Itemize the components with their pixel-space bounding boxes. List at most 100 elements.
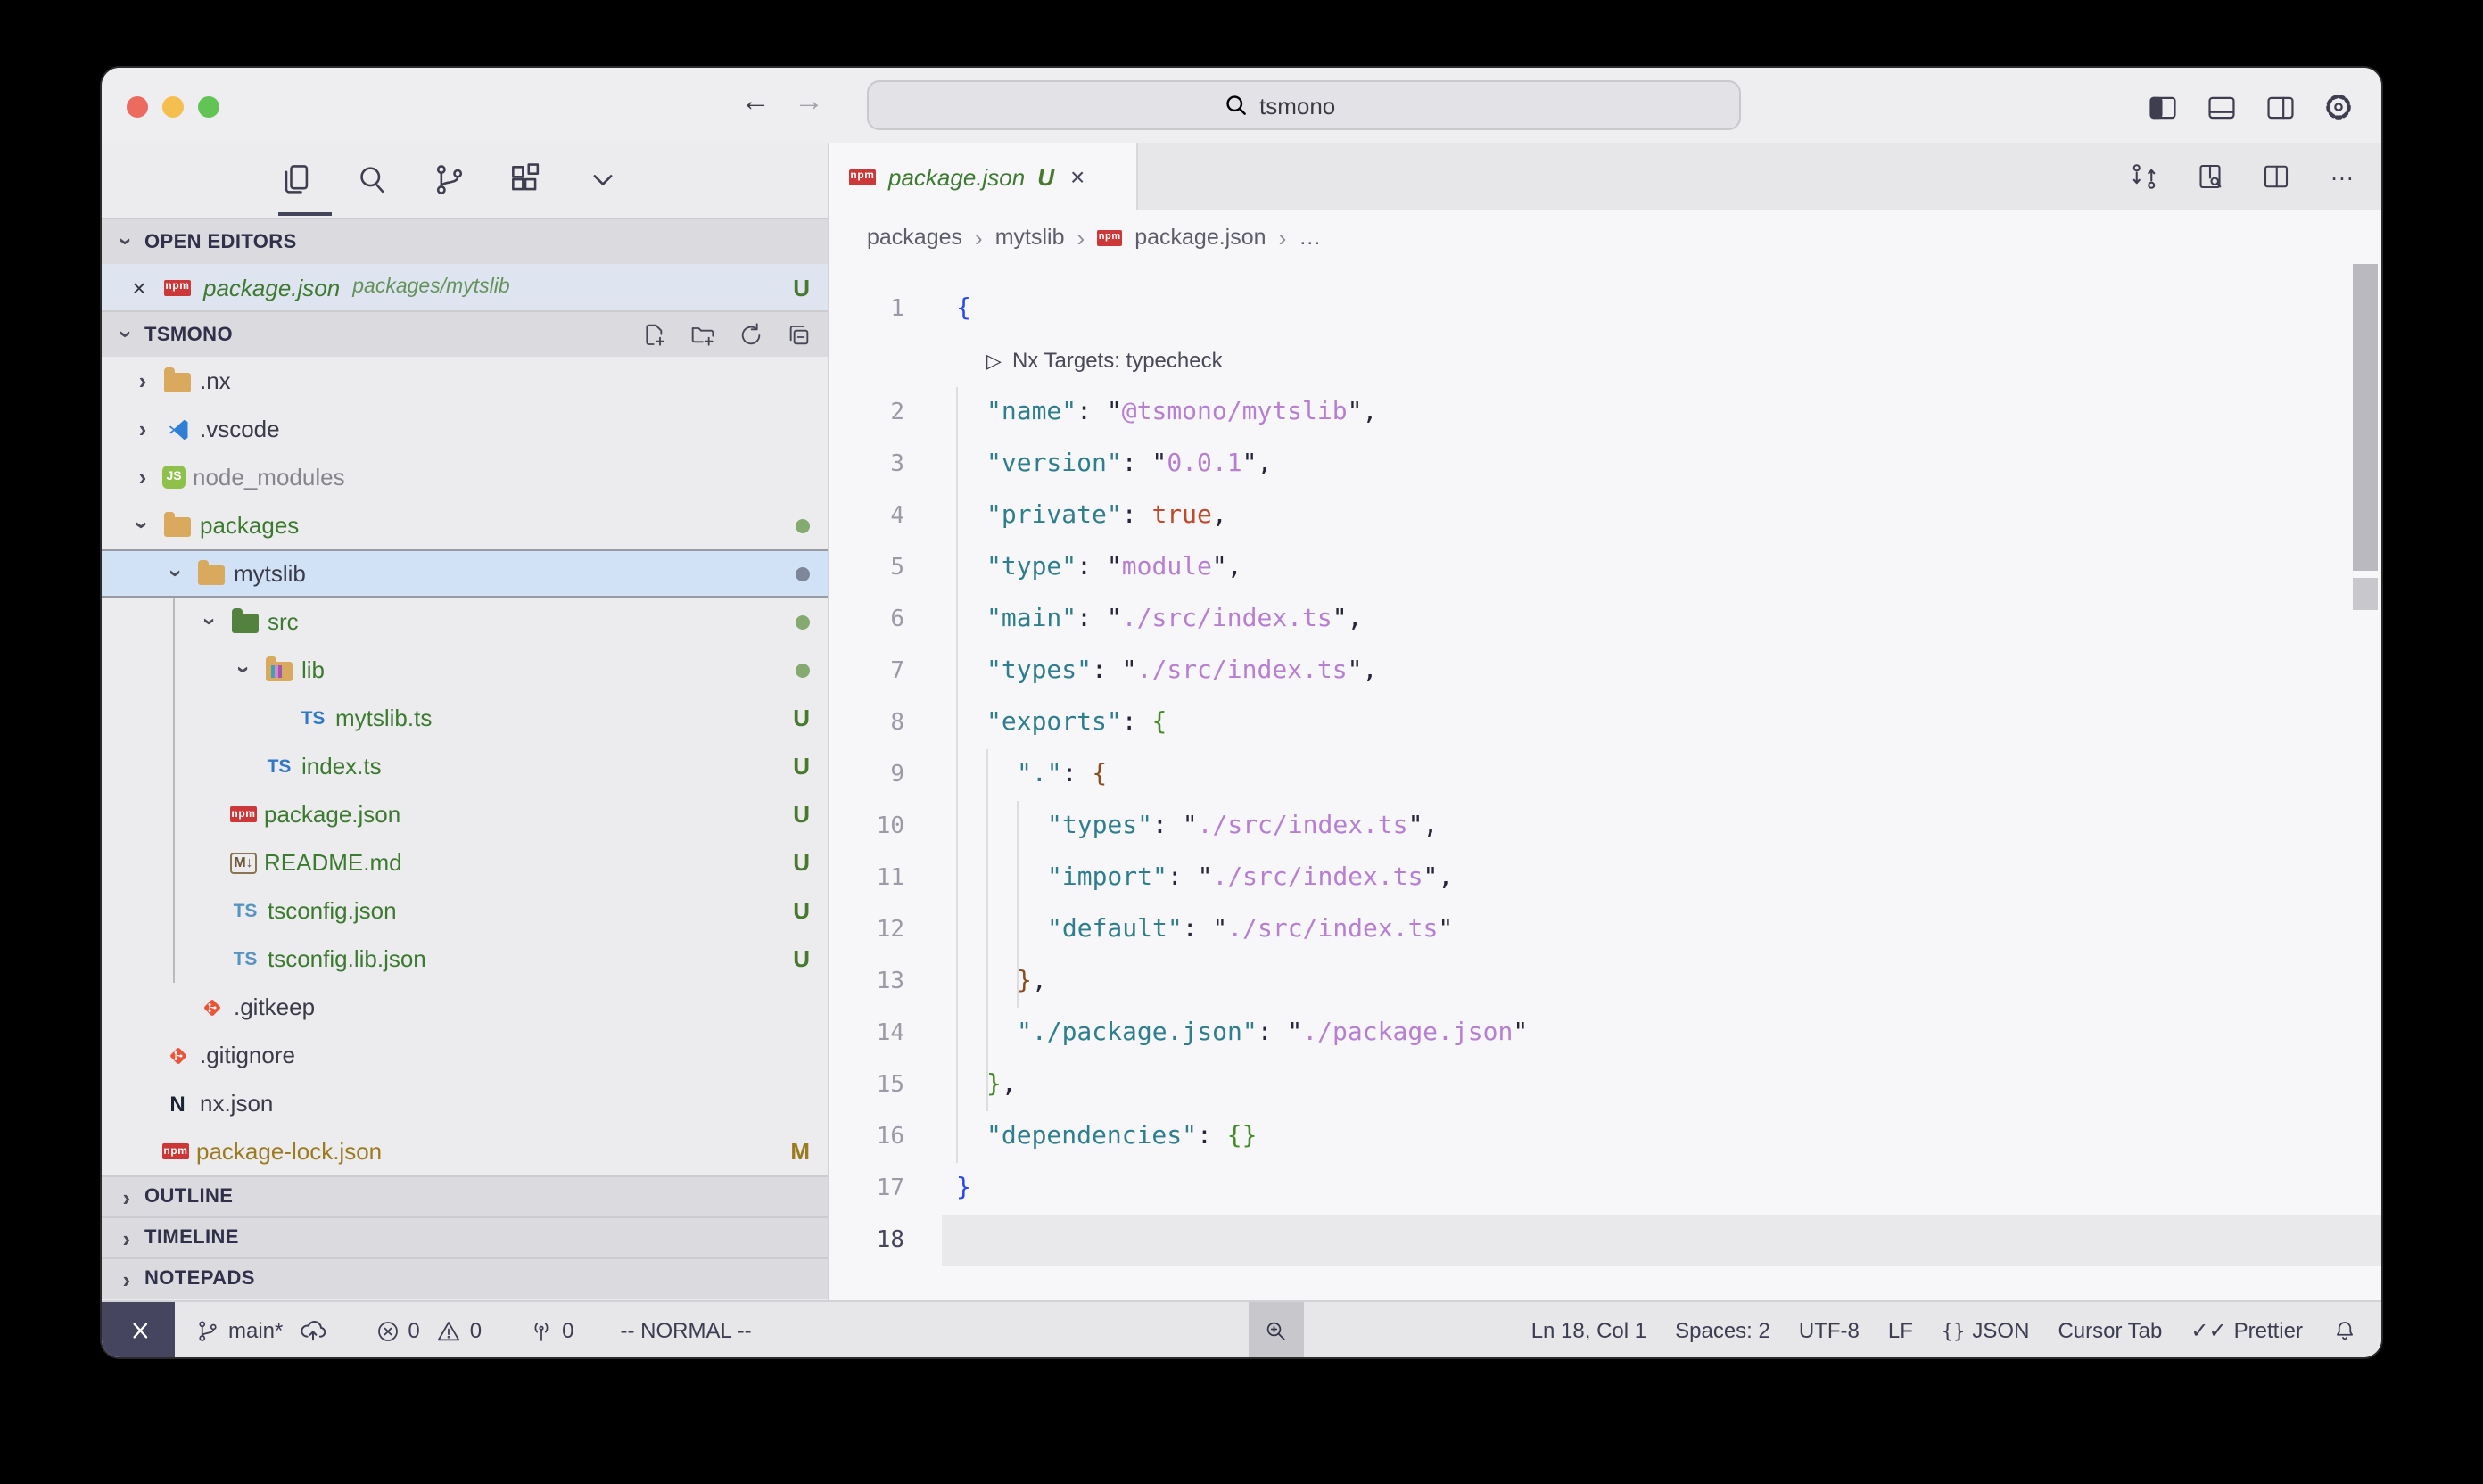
cursor-tab-status[interactable]: Cursor Tab <box>2058 1318 2162 1343</box>
tree-item-tsconfig[interactable]: TS tsconfig.json U <box>102 886 828 935</box>
git-status-badge: U <box>793 897 810 924</box>
run-target-icon[interactable]: ▷ <box>986 351 1002 373</box>
chevron-right-icon[interactable]: › <box>130 464 155 491</box>
ports-status[interactable]: 0 <box>528 1317 573 1344</box>
double-check-icon: ✓✓ <box>2190 1318 2226 1343</box>
tree-item-vscode-folder[interactable]: › .vscode <box>102 405 828 453</box>
chevron-right-icon: › <box>116 1266 137 1292</box>
chevron-down-icon[interactable]: › <box>129 513 156 538</box>
extensions-icon[interactable] <box>496 150 557 210</box>
tree-item-index-ts[interactable]: TS index.ts U <box>102 742 828 790</box>
chevron-down-icon[interactable]: › <box>163 561 190 586</box>
tree-item-packages[interactable]: › packages <box>102 501 828 549</box>
compare-changes-icon[interactable] <box>2123 155 2165 198</box>
chevron-down-icon[interactable]: › <box>231 657 258 682</box>
split-editor-icon[interactable] <box>2255 155 2297 198</box>
src-folder-icon <box>230 608 260 635</box>
tree-item-lib[interactable]: › lib <box>102 646 828 694</box>
scrollbar-slider[interactable] <box>2353 264 2378 571</box>
code-editor[interactable]: 1{ ▷Nx Targets: typecheck 2"name": "@tsm… <box>831 264 2381 1300</box>
typescript-icon: TS <box>264 753 294 779</box>
eol-status[interactable]: LF <box>1888 1318 1913 1343</box>
encoding-status[interactable]: UTF-8 <box>1799 1318 1860 1343</box>
explorer-section-header[interactable]: › TSMONO <box>102 310 828 357</box>
open-editors-title: OPEN EDITORS <box>144 231 297 252</box>
tree-item-tsconfig-lib[interactable]: TS tsconfig.lib.json U <box>102 935 828 983</box>
collapse-all-icon[interactable] <box>781 317 817 352</box>
search-input[interactable] <box>1259 92 1384 119</box>
toggle-secondary-sidebar-button[interactable] <box>2258 86 2301 128</box>
chevron-right-icon[interactable]: › <box>130 416 155 442</box>
open-preview-icon[interactable] <box>2189 155 2231 198</box>
git-status-badge: M <box>790 1138 810 1165</box>
explorer-icon[interactable] <box>266 150 326 210</box>
settings-gear-icon[interactable] <box>2317 86 2360 128</box>
tree-item-mytslib[interactable]: › mytslib <box>102 549 828 598</box>
zoom-indicator-icon[interactable] <box>1249 1302 1304 1357</box>
close-editor-icon[interactable]: × <box>127 274 152 301</box>
nav-forward-button[interactable]: → <box>794 84 824 120</box>
timeline-section-header[interactable]: › TIMELINE <box>102 1216 828 1257</box>
tree-item-src[interactable]: › src <box>102 598 828 646</box>
breadcrumb-separator: › <box>1077 224 1085 251</box>
tab-package-json[interactable]: npm package.json U × <box>831 143 1138 210</box>
zoom-window-button[interactable] <box>198 96 219 118</box>
cursor-position-status[interactable]: Ln 18, Col 1 <box>1531 1318 1646 1343</box>
tree-item-readme[interactable]: M↓ README.md U <box>102 838 828 886</box>
breadcrumb-item[interactable]: mytslib <box>995 225 1065 250</box>
git-icon <box>196 993 227 1020</box>
new-file-icon[interactable] <box>637 317 672 352</box>
more-actions-icon[interactable]: ··· <box>2321 155 2363 198</box>
problems-status[interactable]: 0 0 <box>374 1317 482 1344</box>
toggle-panel-button[interactable] <box>2199 86 2242 128</box>
close-window-button[interactable] <box>127 96 148 118</box>
git-branch-status[interactable]: main* <box>194 1317 283 1344</box>
breadcrumb-item[interactable]: … <box>1299 225 1321 250</box>
open-editors-header[interactable]: › OPEN EDITORS <box>102 218 828 264</box>
command-center-search[interactable] <box>867 80 1741 130</box>
nx-icon: N <box>162 1090 193 1117</box>
git-status-badge: U <box>793 274 810 301</box>
open-editor-item[interactable]: × npm package.json packages/mytslib U <box>102 264 828 310</box>
npm-icon: npm <box>164 279 191 295</box>
tree-item-mytslib-ts[interactable]: TS mytslib.ts U <box>102 694 828 742</box>
toggle-primary-sidebar-button[interactable] <box>2141 86 2183 128</box>
breadcrumb-item[interactable]: package.json <box>1134 225 1266 250</box>
chevron-down-icon[interactable]: › <box>197 609 224 634</box>
close-tab-icon[interactable]: × <box>1070 162 1085 191</box>
chevron-right-icon[interactable]: › <box>130 367 155 394</box>
breadcrumb-separator: › <box>975 224 983 251</box>
codelens-link[interactable]: Nx Targets: typecheck <box>1012 348 1223 373</box>
tree-item-gitignore[interactable]: .gitignore <box>102 1031 828 1079</box>
notifications-bell-icon[interactable] <box>2331 1317 2358 1344</box>
formatter-status[interactable]: ✓✓ Prettier <box>2190 1318 2303 1343</box>
tree-item-gitkeep[interactable]: .gitkeep <box>102 983 828 1031</box>
titlebar: ← → <box>102 68 2381 143</box>
sync-changes-icon[interactable] <box>297 1315 327 1346</box>
breadcrumb-item[interactable]: packages <box>867 225 962 250</box>
tree-item-package-lock[interactable]: npm package-lock.json M <box>102 1127 828 1175</box>
nav-back-button[interactable]: ← <box>740 84 771 120</box>
minimize-window-button[interactable] <box>162 96 184 118</box>
search-view-icon[interactable] <box>342 150 403 210</box>
tree-item-node-modules[interactable]: › JS node_modules <box>102 453 828 501</box>
tree-item-package-json[interactable]: npm package.json U <box>102 790 828 838</box>
indentation-status[interactable]: Spaces: 2 <box>1675 1318 1770 1343</box>
notepads-section-header[interactable]: › NOTEPADS <box>102 1257 828 1298</box>
more-views-chevron-icon[interactable] <box>573 150 633 210</box>
new-folder-icon[interactable] <box>685 317 721 352</box>
npm-icon: npm <box>1097 229 1122 245</box>
tree-item-nx-json[interactable]: N nx.json <box>102 1079 828 1127</box>
markdown-icon: M↓ <box>230 852 257 873</box>
language-mode-status[interactable]: {} JSON <box>1942 1318 2030 1343</box>
vim-mode-indicator[interactable]: -- NORMAL -- <box>621 1318 752 1343</box>
source-control-icon[interactable] <box>419 150 480 210</box>
scrollbar-slider-secondary[interactable] <box>2353 578 2378 610</box>
remote-indicator-icon[interactable] <box>102 1302 175 1357</box>
tab-bar: npm package.json U × ··· <box>831 143 2381 210</box>
tree-item-nx-folder[interactable]: › .nx <box>102 357 828 405</box>
refresh-icon[interactable] <box>733 317 769 352</box>
current-line: 18 <box>831 1215 2381 1266</box>
outline-section-header[interactable]: › OUTLINE <box>102 1175 828 1216</box>
folder-icon <box>162 367 193 394</box>
